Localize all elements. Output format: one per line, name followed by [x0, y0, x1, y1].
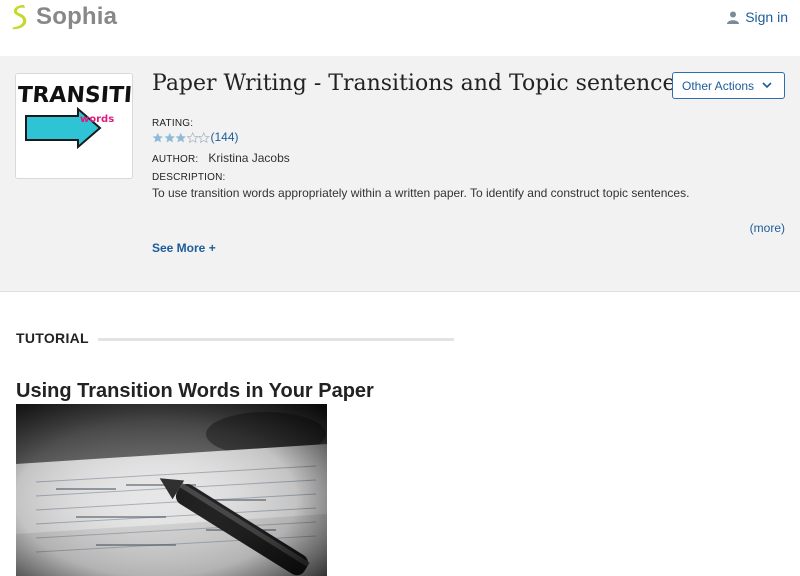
description-label: DESCRIPTION: — [152, 172, 226, 183]
star-filled-icon — [164, 132, 175, 142]
other-actions-dropdown[interactable]: Other Actions — [672, 72, 785, 99]
author-row: AUTHOR: Kristina Jacobs — [152, 151, 290, 165]
sophia-logo-icon — [12, 5, 27, 30]
tutorial-overview-panel: TRANSITION words Paper Writing - Transit… — [0, 56, 800, 292]
section-divider — [98, 338, 454, 341]
tutorial-heading: Using Transition Words in Your Paper — [16, 380, 374, 402]
star-filled-icon — [152, 132, 163, 142]
star-empty-icon — [186, 131, 198, 143]
top-header: Sophia Sign in — [0, 0, 800, 56]
pen-on-notebook-image — [16, 404, 327, 576]
rating-label: RATING: — [152, 118, 194, 129]
description-text: To use transition words appropriately wi… — [152, 186, 690, 200]
sign-in-button[interactable]: Sign in — [727, 9, 788, 25]
see-more-link[interactable]: See More + — [152, 241, 216, 255]
rating-count[interactable]: (144) — [211, 130, 239, 144]
tutorial-image — [16, 404, 327, 576]
rating: (144) — [152, 130, 239, 144]
section-label: TUTORIAL — [16, 330, 89, 346]
rating-stars[interactable] — [152, 131, 210, 143]
star-filled-icon — [175, 132, 186, 142]
author-name: Kristina Jacobs — [208, 151, 290, 165]
more-link[interactable]: (more) — [750, 221, 785, 235]
other-actions-label: Other Actions — [682, 78, 755, 93]
star-empty-icon — [198, 131, 210, 143]
user-icon — [727, 11, 740, 24]
tutorial-thumbnail: TRANSITION words — [15, 73, 133, 179]
svg-text:TRANSITION: TRANSITION — [17, 83, 133, 108]
tutorial-title: Paper Writing - Transitions and Topic se… — [152, 71, 687, 96]
svg-text:words: words — [80, 114, 114, 125]
transition-words-image: TRANSITION words — [16, 74, 133, 178]
sophia-logo[interactable]: Sophia — [10, 3, 117, 31]
author-label: AUTHOR: — [152, 154, 199, 165]
sign-in-label: Sign in — [745, 9, 788, 25]
logo-text: Sophia — [36, 3, 118, 30]
chevron-down-icon — [762, 82, 772, 89]
